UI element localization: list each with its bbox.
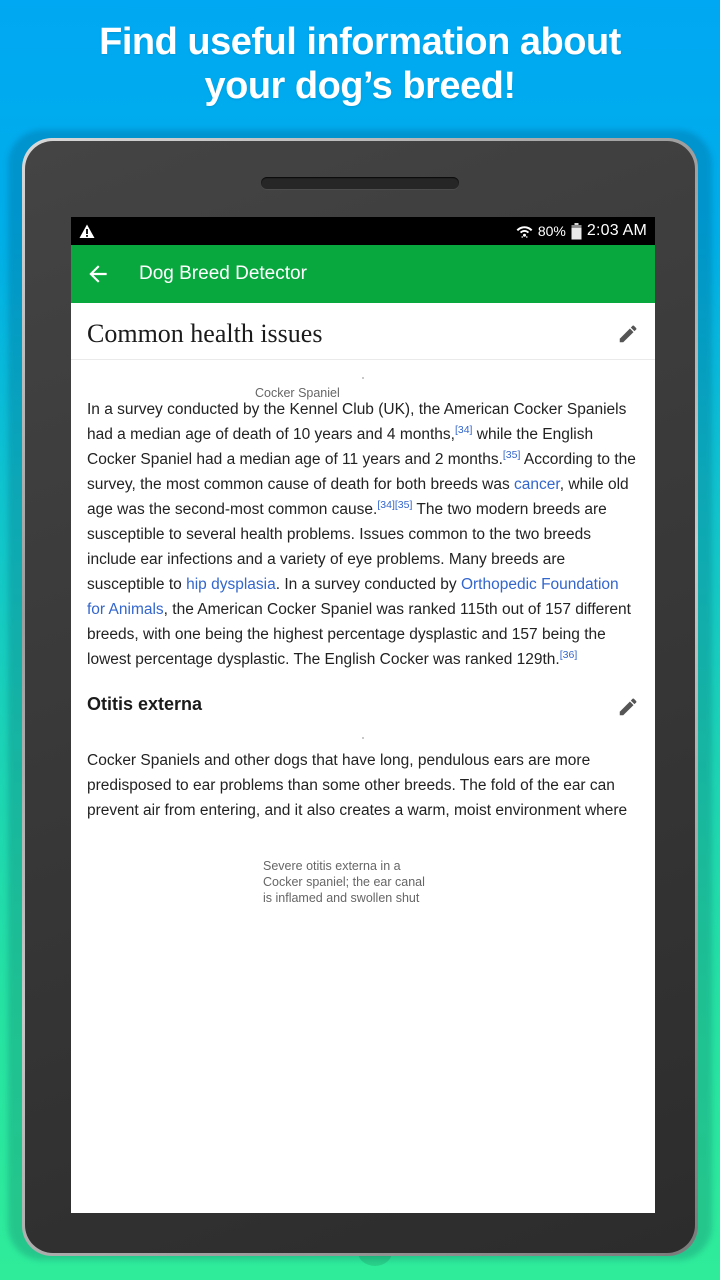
citation-ref[interactable]: [34][35] (377, 499, 412, 511)
section-header-otitis-externa: Otitis externa (71, 672, 655, 722)
citation-ref[interactable]: [36] (560, 649, 578, 661)
pencil-icon[interactable] (617, 696, 639, 718)
wifi-icon (516, 225, 533, 238)
link-hip-dysplasia[interactable]: hip dysplasia (186, 576, 276, 593)
promo-headline-line1: Find useful information about (99, 21, 621, 63)
android-status-bar: 80% 2:03 AM (71, 217, 655, 245)
section-title: Otitis externa (87, 694, 203, 714)
figure-caption: Cocker Spaniel (255, 386, 340, 400)
device-screen: 80% 2:03 AM Dog Breed Detector Common he… (71, 217, 655, 1213)
promo-headline-line2: your dog’s breed! (204, 65, 516, 107)
citation-ref[interactable]: [34] (455, 424, 473, 436)
link-cancer[interactable]: cancer (514, 476, 560, 493)
severe-otitis-externa-photo (362, 737, 364, 739)
figure-caption: Severe otitis externa in a Cocker spanie… (263, 858, 463, 906)
section-title: Common health issues (87, 319, 323, 348)
paragraph-text: . In a survey conducted by (275, 576, 461, 593)
app-bar: Dog Breed Detector (71, 245, 655, 303)
promo-headline: Find useful information about your dog’s… (99, 20, 621, 108)
paragraph-otitis-externa: Cocker Spaniels and other dogs that have… (87, 752, 628, 819)
warning-triangle-icon (79, 224, 95, 238)
back-arrow-icon[interactable] (85, 261, 111, 287)
battery-icon (571, 222, 582, 239)
tablet-bezel: 80% 2:03 AM Dog Breed Detector Common he… (25, 141, 695, 1253)
citation-ref[interactable]: [35] (503, 449, 521, 461)
figure-otitis-externa: Severe otitis externa in a Cocker spanie… (71, 722, 655, 905)
battery-percent-label: 80% (537, 223, 566, 239)
figure-caption-line1: Severe otitis externa in a (263, 859, 401, 873)
paragraph-text: , the American Cocker Spaniel was ranked… (87, 601, 631, 668)
section-header-common-health-issues: Common health issues (71, 303, 655, 360)
figure-cocker-spaniel: Cocker Spaniel (71, 360, 655, 401)
app-bar-title: Dog Breed Detector (139, 263, 307, 284)
tablet-device-frame: 80% 2:03 AM Dog Breed Detector Common he… (22, 138, 698, 1256)
promo-banner: Find useful information about your dog’s… (0, 0, 720, 128)
figure-caption-line3: is inflamed and swollen shut (263, 891, 420, 905)
pencil-icon[interactable] (617, 323, 639, 345)
cocker-spaniel-photo (362, 377, 364, 379)
figure-caption-line2: Cocker spaniel; the ear canal (263, 875, 425, 889)
speaker-grille (261, 177, 459, 189)
paragraph-common-health-issues: In a survey conducted by the Kennel Club… (71, 397, 655, 672)
status-bar-clock: 2:03 AM (586, 222, 647, 239)
article-content[interactable]: Common health issues Cocker Spaniel In a… (71, 303, 655, 1213)
